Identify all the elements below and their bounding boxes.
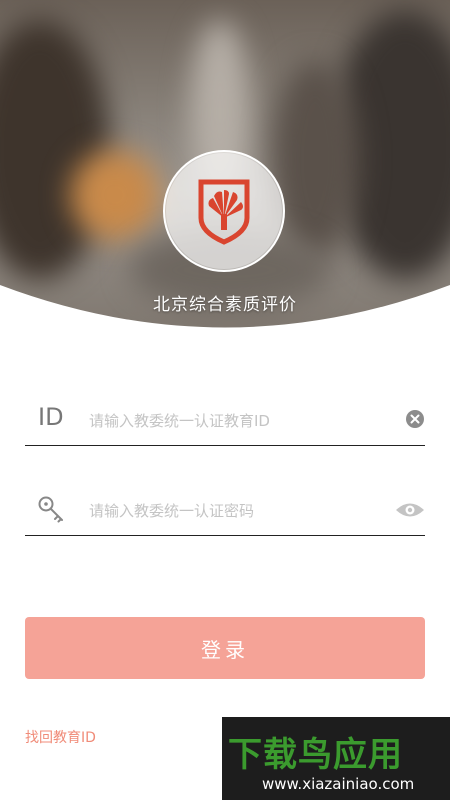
password-field[interactable] <box>25 485 425 536</box>
app-title: 北京综合素质评价 <box>153 295 297 315</box>
emblem-logo-icon <box>166 153 282 269</box>
recover-id-link[interactable]: 找回教育ID <box>25 727 96 747</box>
watermark-url: www.xiazainiao.com <box>262 775 415 793</box>
id-label: ID <box>38 403 64 431</box>
clear-icon[interactable] <box>405 409 425 429</box>
password-input[interactable] <box>87 495 391 527</box>
education-id-field[interactable]: ID <box>25 395 425 446</box>
key-icon <box>38 496 63 523</box>
watermark-title: 下载鸟应用 <box>228 735 403 775</box>
watermark-banner: 下载鸟应用 www.xiazainiao.com <box>222 717 450 800</box>
app-logo <box>163 150 285 272</box>
eye-icon[interactable] <box>395 500 425 520</box>
login-button[interactable]: 登录 <box>25 617 425 679</box>
education-id-input[interactable] <box>87 405 391 437</box>
